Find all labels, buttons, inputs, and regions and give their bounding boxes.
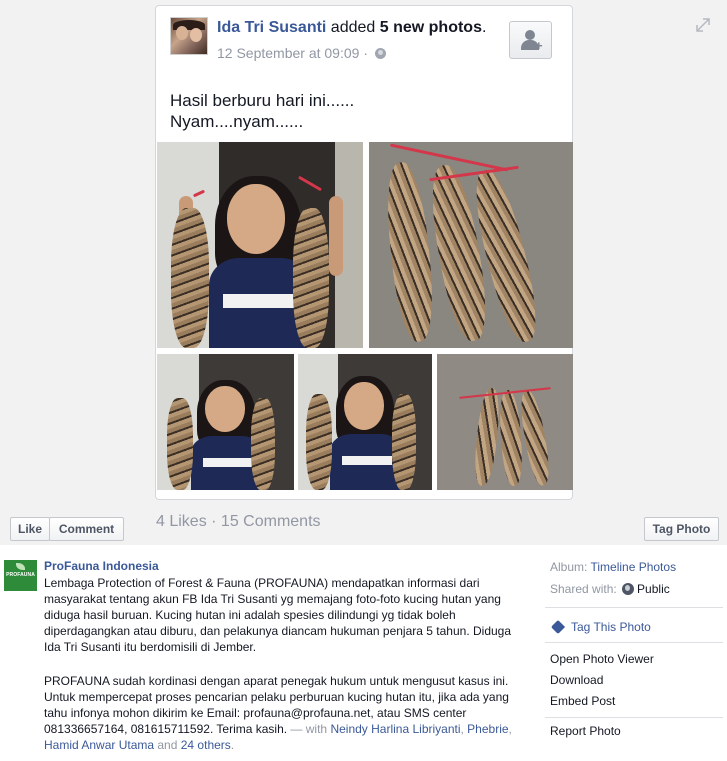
post-action-suffix: . <box>481 19 487 36</box>
add-friend-button[interactable]: + <box>509 21 552 59</box>
post-caption: Hasil berburu hari ini...... Nyam....nya… <box>170 91 355 131</box>
profauna-logo[interactable]: PROFAUNA <box>4 560 37 591</box>
tagged-person-link[interactable]: Phebrie <box>467 722 508 736</box>
privacy-row: Shared with: Public <box>550 582 670 596</box>
post-header: Ida Tri Susanti added 5 new photos. <box>217 19 486 37</box>
shared-label: Shared with: <box>550 582 621 596</box>
add-friend-icon-plus: + <box>535 38 543 53</box>
period: . <box>230 738 235 752</box>
meta-separator: · <box>359 45 372 61</box>
tagged-person-link[interactable]: Hamid Anwar Utama <box>44 738 154 752</box>
album-link[interactable]: Timeline Photos <box>590 560 676 574</box>
open-photo-viewer-link[interactable]: Open Photo Viewer <box>550 652 654 666</box>
post-photo[interactable] <box>369 142 573 348</box>
comment-button[interactable]: Comment <box>49 517 124 541</box>
post-action-text: added <box>326 19 380 36</box>
sidebar-divider <box>545 717 723 718</box>
sidebar-divider <box>545 642 723 643</box>
likes-count[interactable]: 4 Likes <box>156 513 207 530</box>
post-timestamp[interactable]: 12 September at 09:09 <box>217 45 359 61</box>
tagged-person-link[interactable]: Neindy Harlina Libriyanti <box>330 722 460 736</box>
tag-photo-button[interactable]: Tag Photo <box>644 517 719 541</box>
privacy-value[interactable]: Public <box>637 582 670 596</box>
embed-post-link[interactable]: Embed Post <box>550 694 615 708</box>
post-photo[interactable] <box>437 354 573 490</box>
post-meta: 12 September at 09:09 · <box>217 45 386 61</box>
post-description-p2: PROFAUNA sudah kordinasi dengan aparat p… <box>44 673 524 753</box>
tagged-others-link[interactable]: 24 others <box>181 738 231 752</box>
shared-post-card: Ida Tri Susanti added 5 new photos. 12 S… <box>155 5 573 500</box>
add-friend-icon <box>525 30 535 40</box>
comments-count[interactable]: 15 Comments <box>221 513 321 530</box>
report-photo-link[interactable]: Report Photo <box>550 724 621 738</box>
album-label: Album: <box>550 560 591 574</box>
post-photo[interactable] <box>157 354 294 490</box>
tag-this-photo-row[interactable]: Tag This Photo <box>550 619 651 635</box>
post-photo[interactable] <box>298 354 432 490</box>
engagement-summary: 4 Likes · 15 Comments <box>156 513 321 531</box>
expand-icon[interactable] <box>695 17 711 33</box>
author-name-link[interactable]: Ida Tri Susanti <box>217 19 326 36</box>
globe-icon <box>622 583 635 595</box>
photo-count[interactable]: 5 new photos <box>380 19 482 36</box>
like-button[interactable]: Like <box>10 517 50 541</box>
globe-icon <box>374 48 386 59</box>
download-link[interactable]: Download <box>550 673 603 687</box>
with-label: — with <box>287 722 331 736</box>
album-row: Album: Timeline Photos <box>550 560 676 574</box>
logo-text: PROFAUNA <box>6 572 35 578</box>
page-author-link[interactable]: ProFauna Indonesia <box>44 559 159 573</box>
post-photo[interactable] <box>157 142 363 348</box>
sidebar-divider <box>545 607 723 608</box>
and-label: and <box>154 738 181 752</box>
leaf-icon <box>16 563 25 570</box>
author-avatar[interactable] <box>170 17 208 55</box>
comma: , <box>508 722 512 736</box>
tag-this-photo-link[interactable]: Tag This Photo <box>571 620 651 634</box>
photo-stage: Ida Tri Susanti added 5 new photos. 12 S… <box>0 0 727 545</box>
engagement-dot: · <box>206 513 221 530</box>
tag-icon <box>550 619 566 635</box>
post-description-p1: Lembaga Protection of Forest & Fauna (PR… <box>44 576 512 654</box>
